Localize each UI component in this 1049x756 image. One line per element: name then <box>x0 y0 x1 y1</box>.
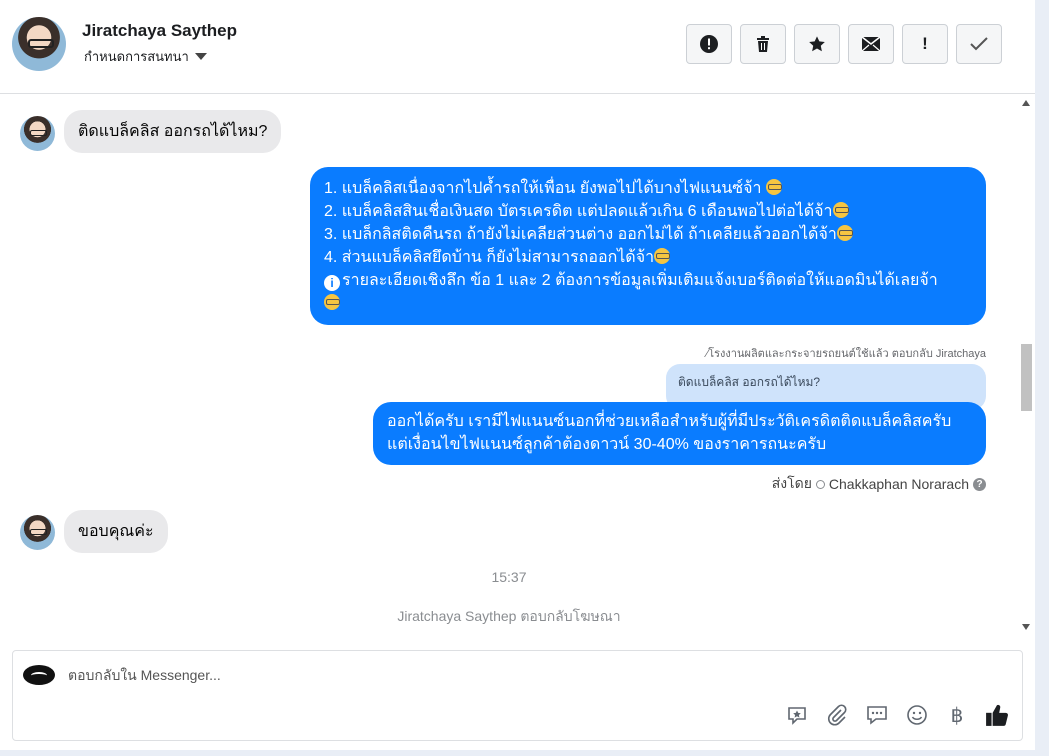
scrollbar[interactable] <box>1018 94 1035 636</box>
page-avatar <box>23 665 55 685</box>
composer: ฿ <box>12 650 1023 741</box>
help-icon[interactable]: ? <box>973 477 986 491</box>
ad-reply-note: Jiratchaya Saythep ตอบกลับโฆษณา <box>397 608 621 624</box>
outgoing-message[interactable]: 1. แบล็คลิสเนื่องจากไปค้ำรถให้เพื่อน ยัง… <box>310 167 986 325</box>
outgoing-message[interactable]: ออกได้ครับ เรามีไฟแนนซ์นอกที่ช่วยเหลือสำ… <box>373 402 986 465</box>
emoji-icon <box>907 705 927 725</box>
reply-line: 2. แบล็คลิสสินเชื่อเงินสด บัตรเครดิต แต่… <box>324 203 833 220</box>
reply-line: 4. ส่วนแบล็คลิสยึดบ้าน ก็ยังไม่สามารถออก… <box>324 249 655 266</box>
exclamation-icon: ! <box>922 34 928 53</box>
composer-tools: ฿ <box>784 702 1010 728</box>
toolbar: ! <box>686 24 1002 64</box>
message-list: ติดแบล็คลิส ออกรถได้ไหม? 1. แบล็คลิสเนื่… <box>0 95 1018 636</box>
like-button[interactable] <box>984 702 1010 728</box>
answer-line: แต่เงื่อนไขไฟแนนซ์ลูกค้าต้องดาวน์ 30-40%… <box>387 436 827 453</box>
emoji-icon <box>324 294 340 310</box>
reply-input[interactable] <box>68 667 968 683</box>
baht-icon: ฿ <box>950 703 964 727</box>
window-edge <box>0 750 1049 756</box>
star-icon <box>809 36 825 52</box>
schedule-label: กำหนดการสนทนา <box>84 49 189 64</box>
saved-reply-icon <box>867 706 887 725</box>
mark-important-button[interactable]: ! <box>902 24 948 64</box>
incoming-message[interactable]: ติดแบล็คลิส ออกรถได้ไหม? <box>64 110 282 153</box>
avatar <box>20 515 55 550</box>
mark-spam-button[interactable] <box>686 24 732 64</box>
mark-unread-button[interactable] <box>848 24 894 64</box>
attachment-icon <box>828 704 847 726</box>
sticker-button[interactable] <box>784 702 810 728</box>
trash-icon <box>757 36 769 52</box>
sent-by-name[interactable]: Chakkaphan Norarach <box>829 476 969 492</box>
emoji-icon <box>765 179 782 195</box>
sent-by: ส่งโดย Chakkaphan Norarach ? <box>772 473 986 495</box>
contact-name[interactable]: Jiratchaya Saythep <box>82 21 237 41</box>
reply-meta: ⁄โรงงานผลิตและกระจายรถยนต์ใช้แล้ว ตอบกลั… <box>706 348 986 360</box>
sticker-icon <box>788 707 806 725</box>
emoji-icon <box>836 225 853 241</box>
timestamp: 15:37 <box>491 569 527 585</box>
mark-done-button[interactable] <box>956 24 1002 64</box>
emoji-icon <box>654 248 671 264</box>
delete-button[interactable] <box>740 24 786 64</box>
payment-button[interactable]: ฿ <box>944 702 970 728</box>
caret-down-icon <box>194 53 207 60</box>
check-icon <box>970 37 988 51</box>
user-status-icon <box>815 479 825 489</box>
like-icon <box>986 704 1008 726</box>
scrollbar-thumb[interactable] <box>1021 344 1032 411</box>
schedule-dropdown[interactable]: กำหนดการสนทนา <box>84 46 207 67</box>
emoji-icon <box>832 202 849 218</box>
conversation-header: Jiratchaya Saythep กำหนดการสนทนา ! <box>0 0 1035 94</box>
mail-icon <box>861 36 881 52</box>
saved-replies-button[interactable] <box>864 702 890 728</box>
alert-circle-icon <box>700 35 718 53</box>
reply-line: รายละเอียดเชิงลึก ข้อ 1 และ 2 ต้องการข้อ… <box>342 272 938 289</box>
reply-line: 3. แบล็กลิสติดคืนรถ ถ้ายังไม่เคลียส่วนต่… <box>324 226 837 243</box>
emoji-button[interactable] <box>904 702 930 728</box>
avatar <box>20 116 55 151</box>
info-icon: i <box>324 275 340 291</box>
avatar[interactable] <box>12 17 66 71</box>
scroll-up-icon[interactable] <box>1022 100 1030 106</box>
answer-line: ออกได้ครับ เรามีไฟแนนซ์นอกที่ช่วยเหลือสำ… <box>387 413 952 430</box>
scroll-down-icon[interactable] <box>1022 624 1030 630</box>
star-button[interactable] <box>794 24 840 64</box>
attach-button[interactable] <box>824 702 850 728</box>
window-edge <box>1035 0 1049 756</box>
sent-by-label: ส่งโดย <box>771 475 812 491</box>
incoming-message[interactable]: ขอบคุณค่ะ <box>64 510 168 553</box>
reply-line: 1. แบล็คลิสเนื่องจากไปค้ำรถให้เพื่อน ยัง… <box>324 180 766 197</box>
